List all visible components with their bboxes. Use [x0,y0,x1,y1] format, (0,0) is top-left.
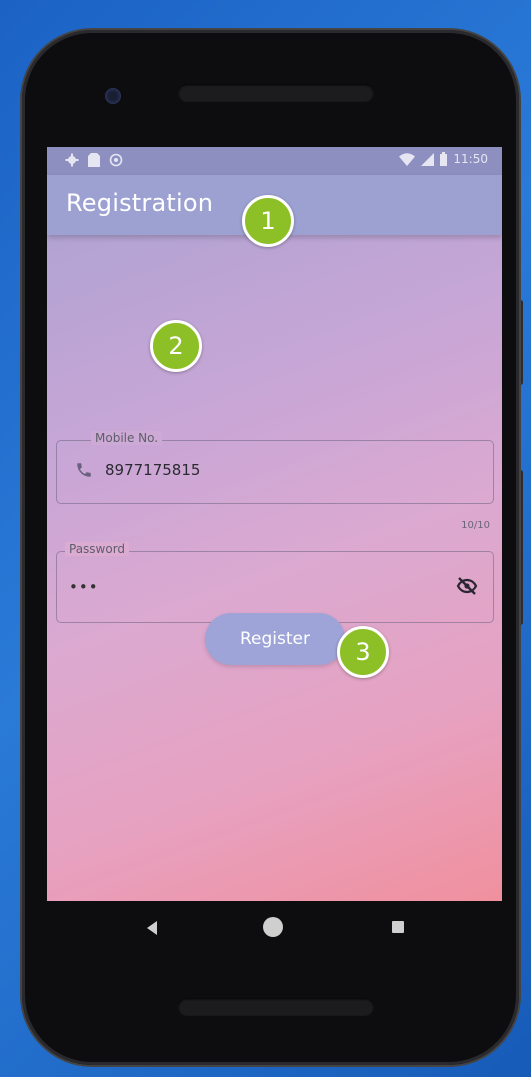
back-icon[interactable] [147,921,157,935]
password-input[interactable]: ••• [69,578,99,596]
mobile-label: Mobile No. [91,431,163,445]
mobile-input[interactable]: 8977175815 [105,461,200,479]
home-icon[interactable] [263,917,283,937]
settings-icon [65,153,79,167]
battery-icon [440,152,448,166]
status-bar: 11:50 [47,147,502,175]
annotation-badge-1: 1 [242,195,294,247]
annotation-badge-3: 3 [337,626,389,678]
eye-off-icon[interactable] [455,574,479,598]
phone-icon [77,463,91,477]
clock: 11:50 [453,152,488,166]
password-label: Password [65,542,130,556]
page-title: Registration [66,189,214,217]
bottom-speaker [178,998,374,1016]
sim-icon [88,153,100,167]
sync-icon [109,153,123,167]
register-button[interactable]: Register [205,613,345,665]
annotation-badge-2: 2 [150,320,202,372]
screen: 11:50 Registration Mobile No. 8977175815… [47,147,502,901]
navigation-bar [47,901,502,953]
front-camera [105,88,121,104]
earpiece-speaker [178,84,374,102]
signal-icon [421,152,435,166]
recents-icon[interactable] [392,921,404,933]
character-counter: 10/10 [461,520,490,531]
mobile-field[interactable]: Mobile No. 8977175815 [56,431,494,504]
wifi-icon [399,152,416,166]
